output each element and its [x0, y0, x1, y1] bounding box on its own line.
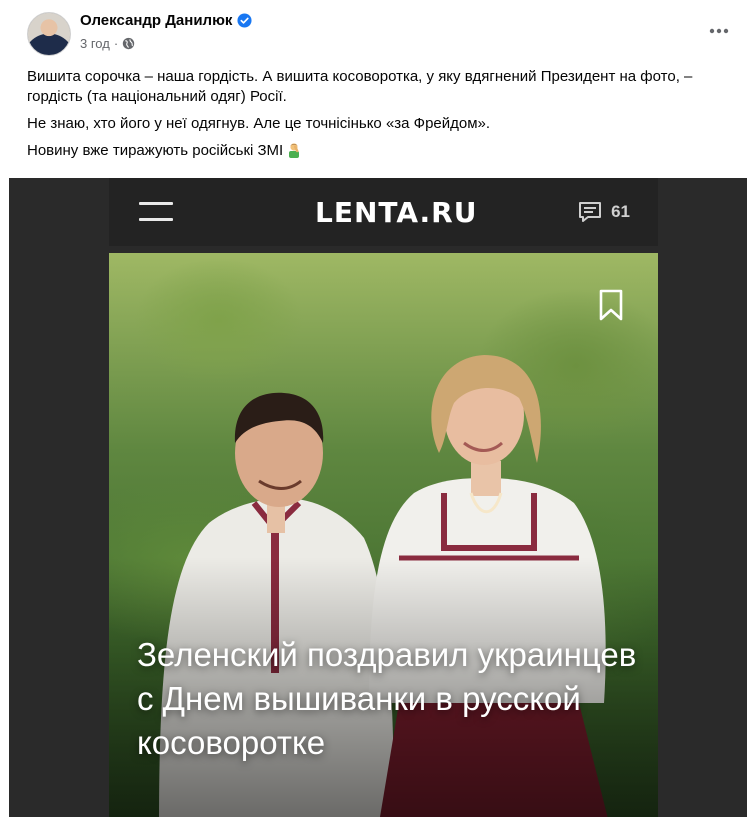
post-paragraph-3: Новину вже тиражують російські ЗМІ — [27, 141, 727, 161]
person-facepalming-icon — [289, 143, 300, 158]
author-line: Олександр Данилюк — [80, 12, 252, 29]
meta-separator: · — [113, 36, 119, 51]
post-text: Вишита сорочка – наша гордість. А вишита… — [27, 67, 727, 168]
globe-icon — [122, 37, 135, 50]
menu-icon[interactable] — [139, 202, 173, 222]
author-name[interactable]: Олександр Данилюк — [80, 12, 232, 29]
lenta-header: LENTA.RU 61 — [109, 178, 658, 246]
shared-image[interactable]: LENTA.RU 61 Зеленский поздравил украинце… — [9, 178, 747, 817]
post-paragraph-3-text: Новину вже тиражують російські ЗМІ — [27, 142, 284, 159]
more-options-button[interactable] — [707, 19, 731, 43]
comments-counter[interactable]: 61 — [577, 200, 630, 224]
post-paragraph-2: Не знаю, хто його у неї одягнув. Але це … — [27, 115, 491, 132]
verified-badge-icon — [237, 13, 252, 28]
post-meta: 3 год · — [80, 36, 135, 51]
post-time[interactable]: 3 год — [80, 36, 110, 51]
ellipsis-icon — [709, 28, 729, 34]
bookmark-icon[interactable] — [598, 289, 624, 321]
news-photo: Зеленский поздравил украинцев с Днем выш… — [109, 253, 658, 817]
author-avatar[interactable] — [27, 12, 71, 56]
comment-icon — [579, 202, 602, 222]
comment-count: 61 — [611, 202, 630, 221]
post-header: Олександр Данилюк 3 год · — [9, 0, 747, 60]
news-headline[interactable]: Зеленский поздравил украинцев с Днем выш… — [137, 633, 647, 765]
facebook-post: Олександр Данилюк 3 год · Вишита сорочка… — [9, 0, 747, 817]
lenta-logo: LENTA.RU — [315, 196, 478, 229]
post-paragraph-1: Вишита сорочка – наша гордість. А вишита… — [27, 68, 693, 105]
